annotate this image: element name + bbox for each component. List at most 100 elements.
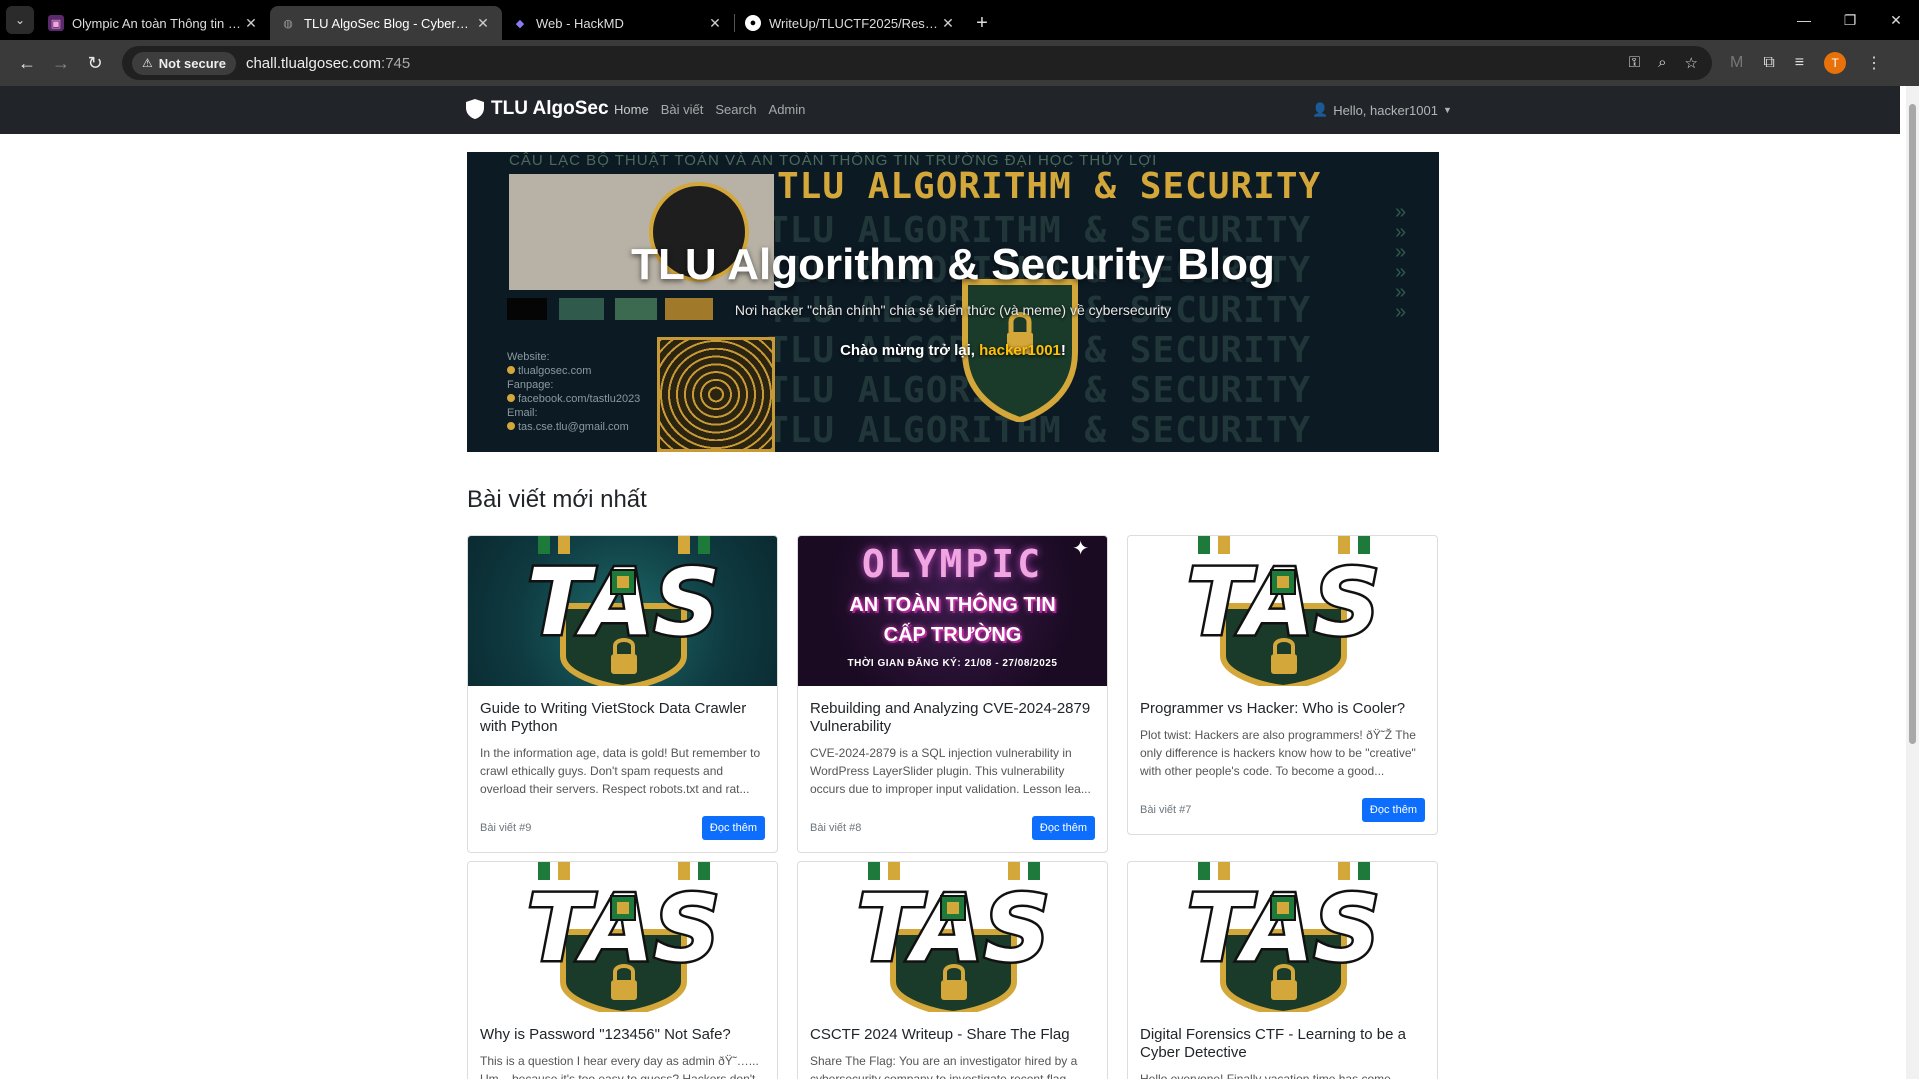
hero-banner: CÂU LẠC BỘ THUẬT TOÁN VÀ AN TOÀN THÔNG T… [467,152,1439,452]
post-title[interactable]: Guide to Writing VietStock Data Crawler … [480,700,765,736]
read-more-button[interactable]: Đọc thêm [1031,816,1095,840]
post-card[interactable]: TAS Why is Password "123456" Not Safe? T… [467,861,778,1079]
close-tab-icon[interactable]: ✕ [242,15,260,32]
post-card[interactable]: OLYMPIC AN TOÀN THÔNG TIN CẤP TRƯỜNG THỜI… [797,535,1108,853]
close-tab-icon[interactable]: ✕ [474,15,492,32]
banner-big-text: TLU ALGORITHM & SECURITY [777,166,1322,207]
read-more-button[interactable]: Đọc thêm [701,816,765,840]
gmail-extension-icon[interactable]: M [1730,54,1743,72]
hero-subtitle: Nơi hacker "chân chính" chia sẻ kiến thứ… [734,302,1172,318]
site-brand[interactable]: TLU AlgoSec [466,98,609,120]
fanpage-value: facebook.com/tastlu2023 [518,393,641,405]
tas-logo-icon: TAS [524,536,723,686]
post-number: Bài viết #7 [1140,804,1192,816]
post-thumbnail[interactable]: TAS [468,536,777,686]
close-window-icon[interactable]: ✕ [1873,12,1919,29]
hero-title: TLU Algorithm & Security Blog [631,240,1275,289]
post-title[interactable]: Rebuilding and Analyzing CVE-2024-2879 V… [810,700,1095,736]
close-tab-icon[interactable]: ✕ [706,15,724,32]
minimize-icon[interactable]: — [1781,12,1827,28]
tab-title: Olympic An toàn Thông tin cấp [72,15,242,31]
tab-search-chevron-icon[interactable]: ⌄ [6,6,34,34]
browser-tab-hackmd[interactable]: ◆ Web - HackMD ✕ [502,6,734,40]
shield-icon [466,99,484,119]
window-controls: — ❐ ✕ [1781,0,1919,40]
back-arrow-icon[interactable]: ← [10,46,44,80]
post-excerpt: Share The Flag: You are an investigator … [810,1054,1078,1079]
post-thumbnail[interactable]: TAS [1128,862,1437,1012]
page-scrollbar-thumb[interactable] [1909,104,1916,744]
fanpage-label: Fanpage: [507,379,554,391]
not-secure-chip[interactable]: ⚠ Not secure [132,51,236,75]
sparkle-icon: ✦ [1072,538,1089,560]
url-text[interactable]: chall.tlualgosec.com:745 [246,55,410,72]
close-tab-icon[interactable]: ✕ [939,15,957,32]
olympic-favicon-icon: ▣ [48,15,64,31]
email-label: Email: [507,407,538,419]
tas-logo-icon: TAS [1184,536,1383,686]
post-thumbnail[interactable]: OLYMPIC AN TOÀN THÔNG TIN CẤP TRƯỜNG THỜI… [798,536,1107,686]
post-title[interactable]: Why is Password "123456" Not Safe? [480,1026,765,1044]
post-card[interactable]: TAS CSCTF 2024 Writeup - Share The Flag … [797,861,1108,1079]
post-number: Bài viết #8 [810,822,862,834]
site-navbar: TLU AlgoSec Home Bài viết Search Admin 👤… [0,86,1900,134]
post-thumbnail[interactable]: TAS [468,862,777,1012]
caret-down-icon: ▼ [1442,105,1452,115]
post-card[interactable]: TAS Programmer vs Hacker: Who is Cooler?… [1127,535,1438,835]
omnibox-icons: ⚿ ⌕ ☆ [1629,54,1698,72]
tab-title: Web - HackMD [536,15,624,31]
welcome-suffix: ! [1060,342,1066,359]
bookmark-star-icon[interactable]: ☆ [1685,54,1698,72]
post-title[interactable]: Digital Forensics CTF - Learning to be a… [1140,1026,1425,1062]
section-title-latest-posts: Bài viết mới nhất [467,486,647,513]
browser-tab-github[interactable]: ● WriteUp/TLUCTF2025/Resource ✕ [735,6,967,40]
address-bar[interactable]: ⚠ Not secure chall.tlualgosec.com:745 ⚿ … [122,46,1712,80]
post-thumbnail[interactable]: TAS [1128,536,1437,686]
tas-logo-icon: TAS [854,862,1053,1012]
user-greeting: Hello, hacker1001 [1333,102,1438,118]
nav-posts[interactable]: Bài viết [661,102,704,117]
url-port: :745 [381,54,411,72]
post-number: Bài viết #9 [480,822,532,834]
read-more-button[interactable]: Đọc thêm [1361,798,1425,822]
post-title[interactable]: CSCTF 2024 Writeup - Share The Flag [810,1026,1095,1044]
zoom-icon[interactable]: ⌕ [1658,54,1666,72]
extensions-puzzle-icon[interactable]: ⧉ [1763,54,1774,72]
browser-toolbar: ← → ↻ ⚠ Not secure chall.tlualgosec.com:… [0,40,1919,86]
welcome-username: hacker1001 [979,342,1061,359]
reload-icon[interactable]: ↻ [78,46,112,80]
hackmd-favicon-icon: ◆ [515,17,525,30]
post-card[interactable]: TAS Guide to Writing VietStock Data Craw… [467,535,778,853]
olympic-subheading: AN TOÀN THÔNG TIN CẤP TRƯỜNG [798,590,1107,650]
olympic-heading: OLYMPIC [861,542,1044,586]
user-dropdown[interactable]: 👤 Hello, hacker1001 ▼ [1312,102,1452,118]
post-card[interactable]: TAS Digital Forensics CTF - Learning to … [1127,861,1438,1079]
restore-icon[interactable]: ❐ [1827,12,1873,29]
key-icon[interactable]: ⚿ [1629,54,1640,72]
media-control-icon[interactable]: ≡ [1795,54,1804,72]
tab-title: WriteUp/TLUCTF2025/Resource [769,15,939,31]
nav-search[interactable]: Search [715,102,756,117]
browser-tab-tlu-blog[interactable]: ◍ TLU AlgoSec Blog - Cybersecur ✕ [270,6,502,40]
kebab-menu-icon[interactable]: ⋮ [1866,53,1882,73]
profile-avatar[interactable]: T [1824,52,1847,74]
browser-tool-icons: M ⧉ ≡ T ⋮ [1730,52,1882,74]
nav-home[interactable]: Home [614,102,649,117]
warning-triangle-icon: ⚠ [142,56,153,70]
olympic-line-a: AN TOÀN THÔNG TIN [849,594,1056,616]
post-title[interactable]: Programmer vs Hacker: Who is Cooler? [1140,700,1425,718]
tas-logo-icon: TAS [1184,862,1383,1012]
security-label: Not secure [158,55,226,71]
website-value: tlualgosec.com [518,365,592,377]
browser-tabbar: ⌄ ▣ Olympic An toàn Thông tin cấp ✕ ◍ TL… [0,0,1919,40]
new-tab-plus-icon[interactable]: + [967,6,997,40]
post-thumbnail[interactable]: TAS [798,862,1107,1012]
post-excerpt: Hello everyone! Finally vacation time ha… [1140,1072,1395,1079]
forward-arrow-icon[interactable]: → [44,46,78,80]
nav-admin[interactable]: Admin [769,102,806,117]
github-favicon-icon: ● [745,15,761,31]
post-excerpt: Plot twist: Hackers are also programmers… [1140,728,1416,778]
olympic-line-b: CẤP TRƯỜNG [883,624,1022,646]
browser-tab-olympic[interactable]: ▣ Olympic An toàn Thông tin cấp ✕ [38,6,270,40]
globe-favicon-icon: ◍ [283,17,293,30]
